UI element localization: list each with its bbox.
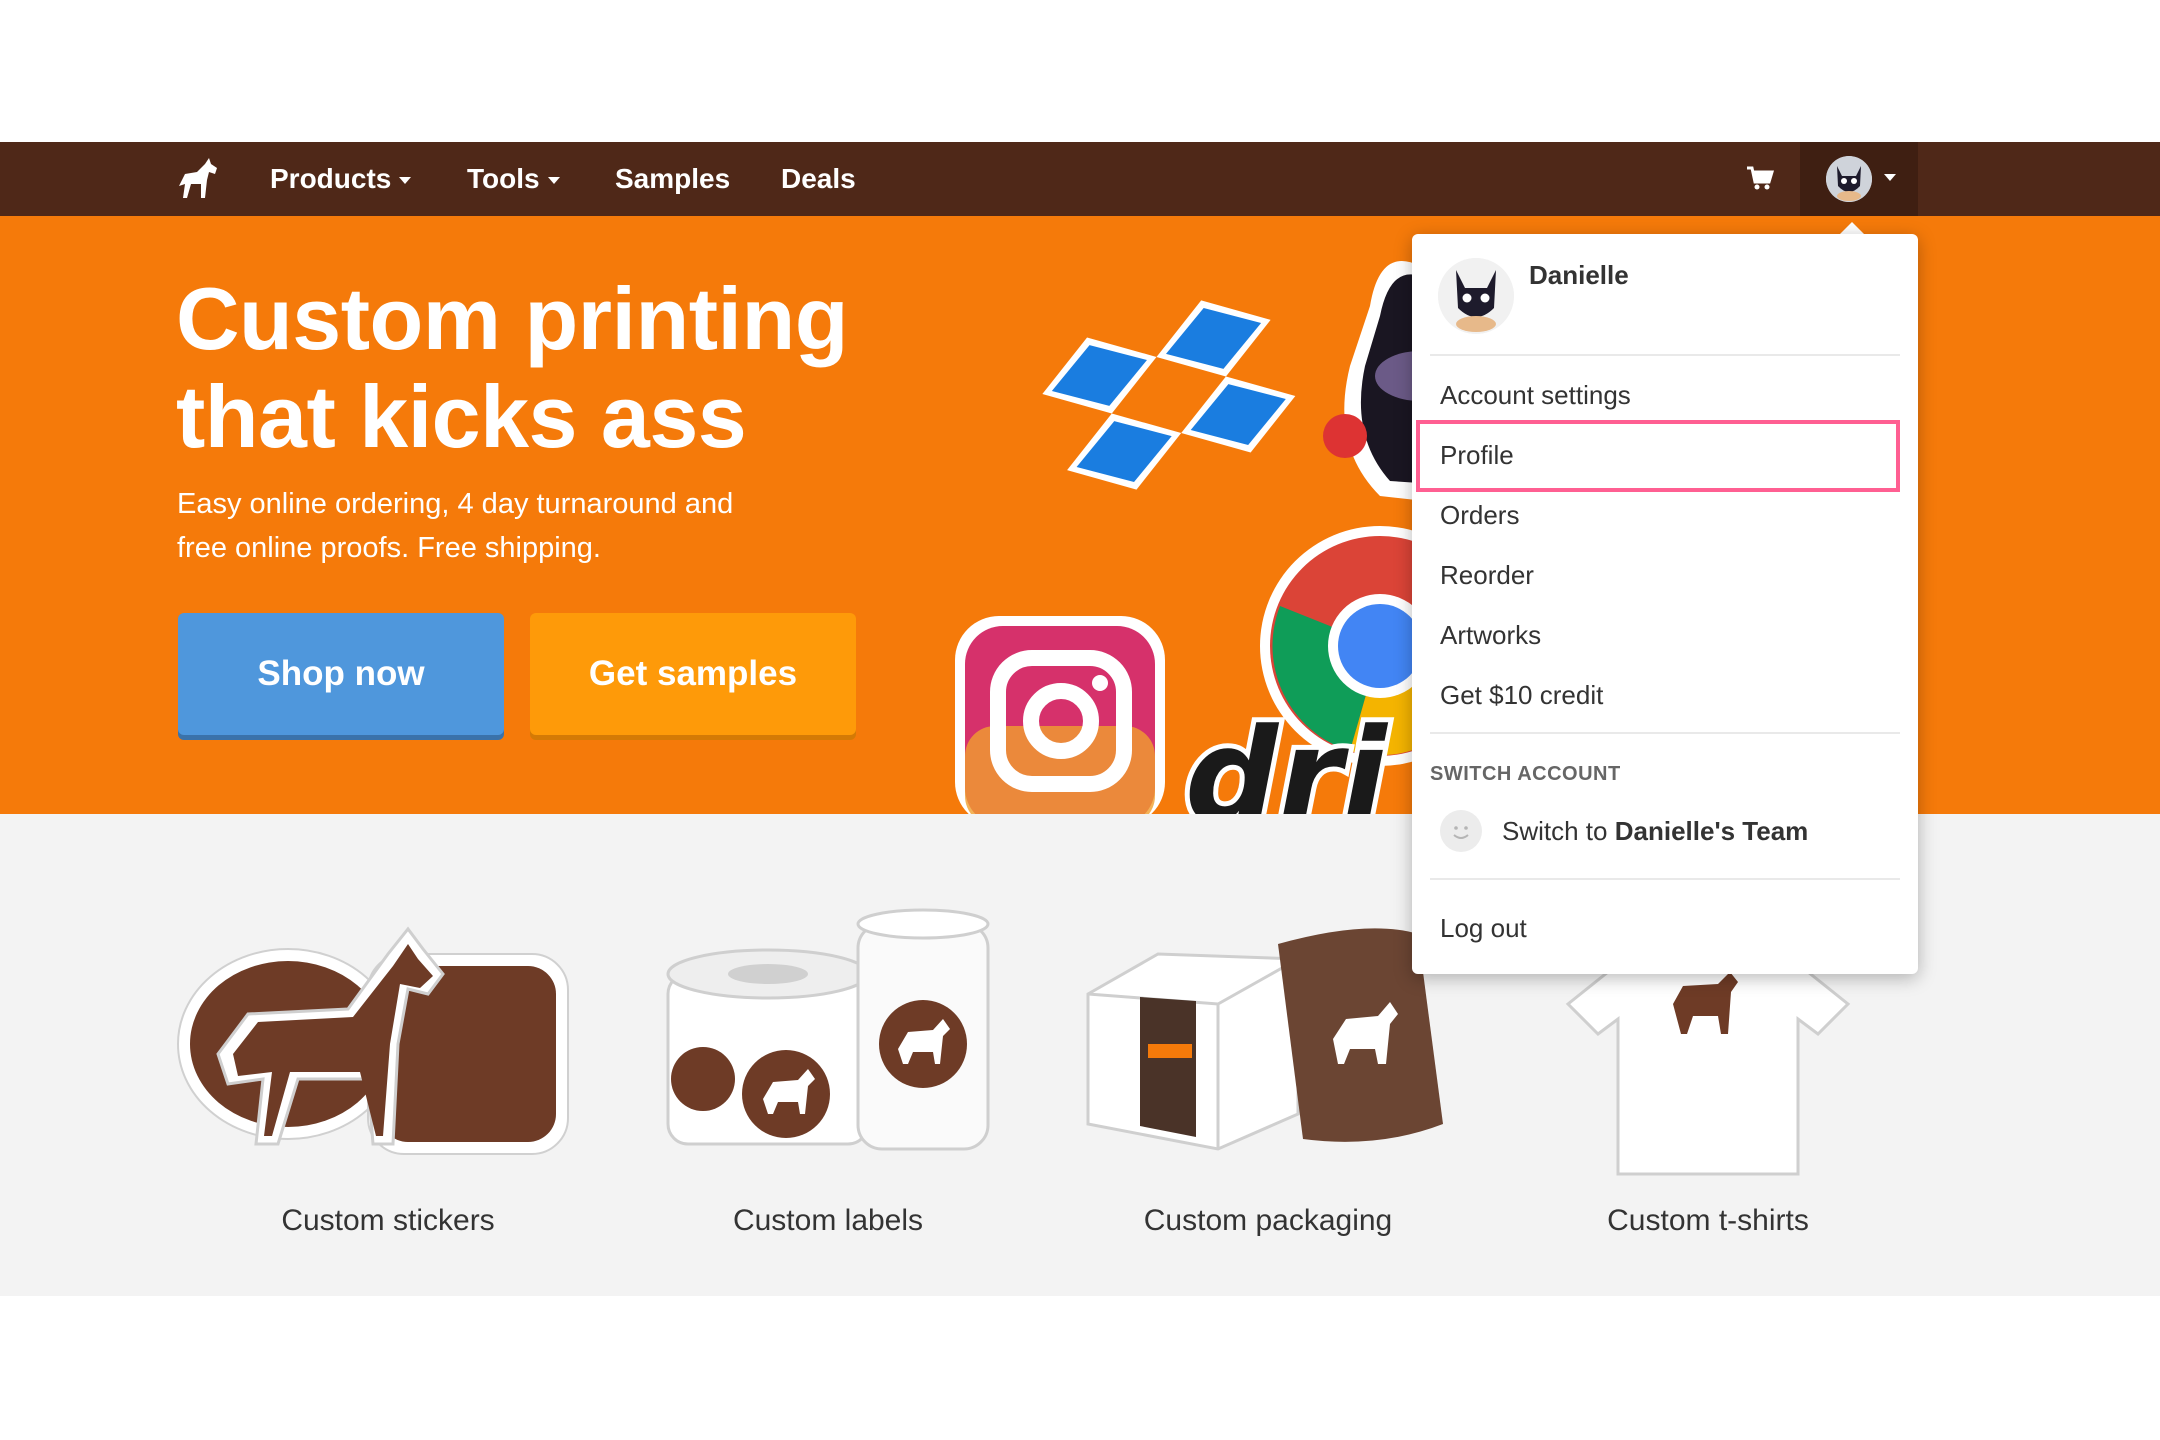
shop-now-button[interactable]: Shop now [178,613,504,735]
menu-item-account-settings[interactable]: Account settings [1440,375,1631,415]
product-label: Custom t-shirts [1607,1204,1809,1237]
cat-avatar-icon [1438,258,1514,334]
svg-text:dri: dri [1185,700,1389,814]
cart-icon[interactable] [1745,164,1775,194]
menu-item-profile[interactable]: Profile [1440,435,1514,475]
product-label: Custom labels [732,1204,924,1237]
nav-samples[interactable]: Samples [615,142,730,216]
hero-subtitle: Easy online ordering, 4 day turnaround a… [177,488,734,564]
product-label: Custom stickers [281,1204,495,1237]
menu-item-artworks[interactable]: Artworks [1440,615,1541,655]
labels-image [666,908,990,1151]
switch-to-team-link[interactable]: Switch to Danielle's Team [1502,810,1808,852]
sticker-collage-image: dri [955,261,1470,814]
top-nav: Products Tools Samples Deals [0,142,2160,216]
divider [1430,354,1900,356]
nav-products[interactable]: Products [270,142,412,216]
horse-logo-icon[interactable] [175,156,221,200]
switch-account-header: SWITCH ACCOUNT [1430,763,1621,785]
nav-tools[interactable]: Tools [467,142,560,216]
menu-item-orders[interactable]: Orders [1440,495,1519,535]
hero-title: Custom printing that kicks ass [176,269,848,466]
user-avatar [1438,258,1514,334]
chevron-down-icon [399,177,412,185]
product-label: Custom packaging [1143,1204,1393,1237]
chevron-down-icon [547,177,560,185]
chevron-down-icon [1884,174,1896,181]
divider [1430,878,1900,880]
user-name: Danielle [1529,260,1629,290]
menu-item-get-credit[interactable]: Get $10 credit [1440,675,1603,715]
product-custom-labels[interactable]: Custom labels [608,814,1048,1296]
cat-avatar-icon [1826,156,1872,202]
account-dropdown-menu: Danielle Account settings Profile Orders… [1412,234,1918,974]
avatar [1826,156,1872,202]
stickers-image [177,926,569,1155]
menu-item-log-out[interactable]: Log out [1440,908,1527,948]
get-samples-button[interactable]: Get samples [530,613,856,735]
product-custom-stickers[interactable]: Custom stickers [168,814,608,1296]
menu-item-reorder[interactable]: Reorder [1440,555,1534,595]
team-avatar-smiley-icon [1440,810,1482,852]
account-menu-toggle[interactable] [1800,142,1918,216]
nav-deals[interactable]: Deals [781,142,856,216]
divider [1430,732,1900,734]
